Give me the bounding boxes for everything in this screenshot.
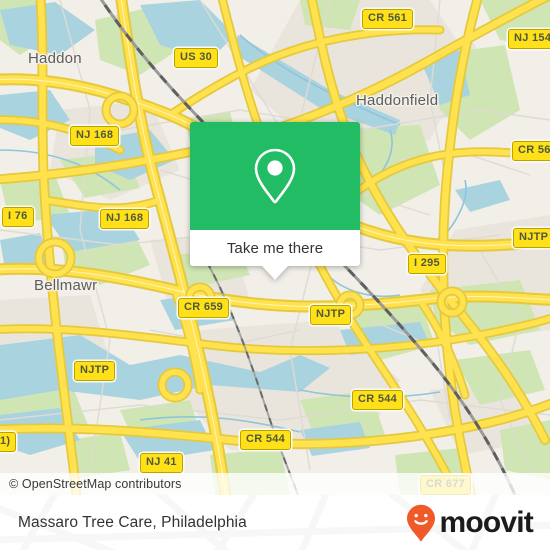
road-shield: NJTP — [513, 228, 550, 248]
road-shield: CR 561 — [512, 141, 550, 161]
road-shield: 1) — [0, 432, 17, 452]
take-me-there-label: Take me there — [226, 239, 324, 257]
popup-tail — [262, 266, 288, 280]
road-shield: CR 659 — [178, 298, 230, 318]
moovit-map-page: Haddon Haddonfield Bellmawr CR 561 NJ 15… — [0, 0, 550, 550]
moovit-wordmark: moovit — [439, 505, 533, 539]
road-shield: NJ 168 — [70, 126, 120, 146]
road-shield: US 30 — [174, 48, 219, 68]
road-shield: CR 544 — [240, 430, 292, 450]
road-shield: CR 561 — [362, 9, 414, 29]
map-pin-icon — [254, 148, 296, 204]
take-me-there-button[interactable]: Take me there — [190, 230, 360, 266]
road-shield: NJTP — [310, 305, 352, 325]
road-shield: NJ 168 — [100, 209, 150, 229]
road-shield: NJ 41 — [140, 453, 183, 473]
road-shield: CR 544 — [352, 390, 404, 410]
footer-place-title: Massaro Tree Care, Philadelphia — [18, 513, 247, 531]
road-shield: NJ 154 — [508, 29, 550, 49]
attribution-text: © OpenStreetMap contributors — [9, 477, 182, 491]
moovit-logo[interactable]: moovit — [406, 504, 534, 542]
road-shield: I 76 — [2, 207, 34, 227]
page-footer: Massaro Tree Care, Philadelphia moovit — [0, 495, 550, 550]
location-popup[interactable]: Take me there — [190, 122, 360, 280]
road-shield: NJTP — [74, 361, 116, 381]
map-attribution[interactable]: © OpenStreetMap contributors — [0, 473, 550, 495]
road-shield: I 295 — [408, 254, 446, 274]
moovit-pin-smile-icon — [407, 504, 436, 541]
popup-header — [190, 122, 360, 230]
